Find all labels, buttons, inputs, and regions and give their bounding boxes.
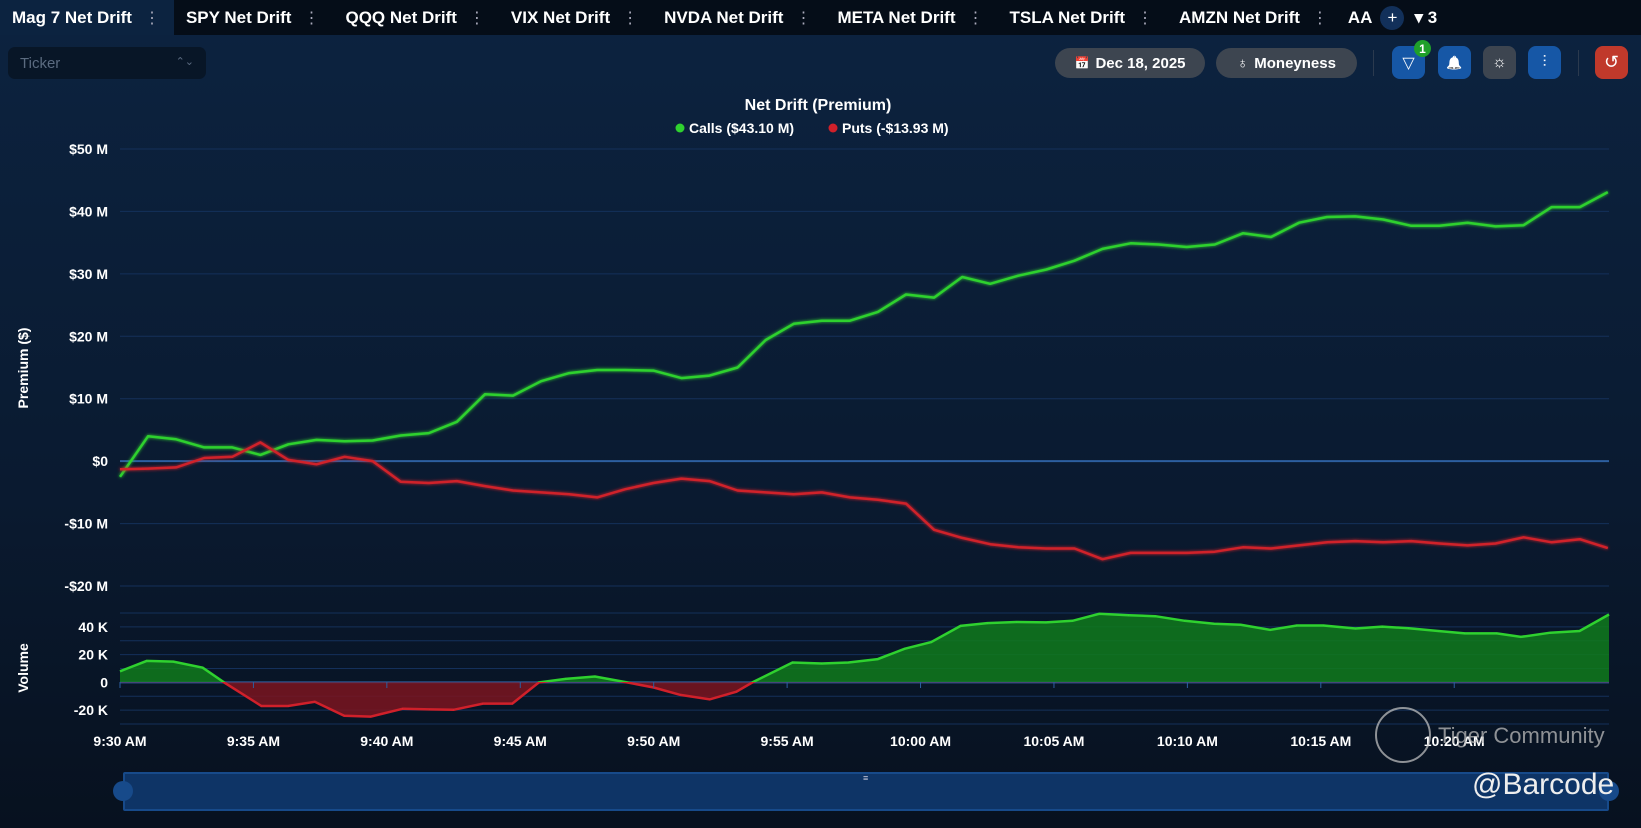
legend-item-calls: Calls ($43.10 M) [689, 120, 794, 136]
x-tick-label: 10:15 AM [1290, 733, 1351, 749]
volume-y-tick-label: 20 K [78, 647, 108, 663]
net-drift-chart: $50 M $40 M $30 M $20 M $10 M $0 -$10 M -$20 M P… [15, 97, 1610, 749]
x-tick-label: 9:55 AM [761, 733, 814, 749]
y-tick-label: $30 M [69, 266, 108, 282]
series-line-puts [119, 441, 1609, 561]
y-tick-label: $40 M [69, 203, 108, 219]
watermark-community: Tiger Community [1438, 723, 1605, 748]
series-line-calls [118, 190, 1609, 478]
legend-marker-puts [828, 123, 838, 133]
legend-marker-calls [675, 123, 685, 133]
range-grip[interactable]: ≡ [863, 773, 868, 783]
x-tick-label: 10:05 AM [1023, 733, 1084, 749]
y-tick-label: $10 M [69, 391, 108, 407]
volume-y-tick-label: 0 [100, 674, 108, 690]
chart-title: Net Drift (Premium) [745, 97, 892, 114]
volume-y-tick-label: -20 K [74, 702, 108, 718]
x-tick-label: 9:50 AM [627, 733, 680, 749]
y-tick-label: $0 [92, 453, 108, 469]
volume-axis-label: Volume [15, 643, 31, 693]
y-axis-label: Premium ($) [15, 328, 31, 409]
y-tick-label: $50 M [69, 141, 108, 157]
watermark-handle: @Barcode [1472, 768, 1615, 801]
x-tick-label: 9:30 AM [93, 733, 146, 749]
x-tick-label: 9:35 AM [227, 733, 280, 749]
legend-item-puts: Puts (-$13.93 M) [842, 120, 949, 136]
volume-y-tick-label: 40 K [78, 619, 108, 635]
x-tick-label: 10:00 AM [890, 733, 951, 749]
x-tick-label: 9:45 AM [494, 733, 547, 749]
tiger-logo-icon [1375, 707, 1431, 763]
x-tick-label: 10:10 AM [1157, 733, 1218, 749]
y-tick-label: -$10 M [64, 516, 108, 532]
x-tick-label: 9:40 AM [360, 733, 413, 749]
y-tick-label: -$20 M [64, 578, 108, 594]
y-tick-label: $20 M [69, 328, 108, 344]
range-handle-left[interactable] [113, 781, 133, 801]
